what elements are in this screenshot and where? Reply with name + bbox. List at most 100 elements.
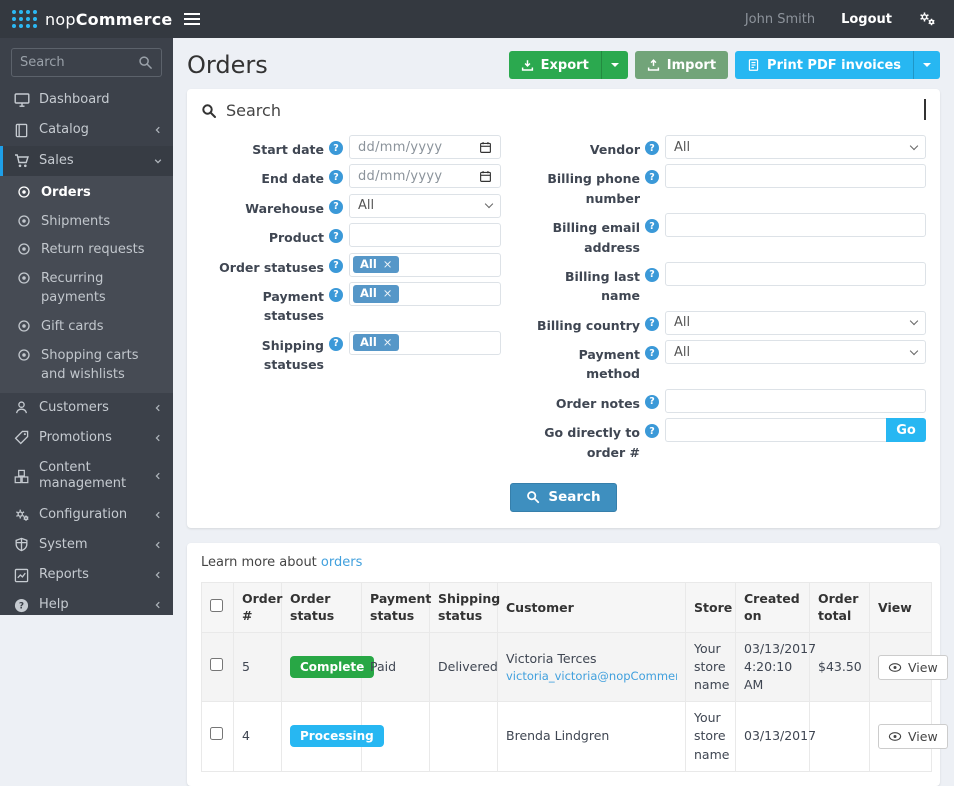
sidebar-item-label: Promotions bbox=[39, 429, 112, 445]
export-dropdown-caret[interactable] bbox=[600, 51, 628, 79]
export-button[interactable]: Export bbox=[508, 51, 628, 79]
help-icon[interactable] bbox=[329, 336, 343, 351]
help-icon[interactable] bbox=[645, 219, 659, 234]
shipping-statuses-multiselect[interactable]: All bbox=[349, 330, 501, 355]
warehouse-select[interactable]: All bbox=[349, 193, 501, 218]
order-number-cell: 4 bbox=[233, 701, 282, 772]
print-pdf-invoices-button[interactable]: Print PDF invoices bbox=[735, 51, 940, 79]
end-date-input[interactable]: dd/mm/yyyy bbox=[349, 164, 501, 189]
order-statuses-multiselect[interactable]: All bbox=[349, 252, 501, 277]
customer-cell: Victoria Terces victoria_victoria@nopComm… bbox=[497, 631, 686, 703]
sidebar-item-dashboard[interactable]: Dashboard bbox=[0, 85, 173, 115]
selected-tag: All bbox=[353, 255, 400, 274]
sidebar-search-input[interactable] bbox=[20, 55, 132, 70]
row-checkbox[interactable] bbox=[210, 658, 223, 671]
order-number-input[interactable] bbox=[665, 418, 886, 443]
column-view: View bbox=[869, 581, 932, 633]
help-icon[interactable] bbox=[645, 424, 659, 439]
view-button[interactable]: View bbox=[878, 723, 948, 749]
tag-label: All bbox=[360, 286, 377, 301]
help-icon[interactable] bbox=[645, 316, 659, 331]
sidebar-item-promotions[interactable]: Promotions bbox=[0, 423, 173, 453]
sidebar-item-customers[interactable]: Customers bbox=[0, 393, 173, 423]
sidebar-item-shopping-carts[interactable]: Shopping carts and wishlists bbox=[0, 342, 173, 390]
search-icon[interactable] bbox=[138, 55, 153, 70]
order-notes-input[interactable] bbox=[665, 388, 926, 413]
billing-country-select[interactable]: All bbox=[665, 310, 926, 335]
row-checkbox[interactable] bbox=[210, 727, 223, 741]
payment-method-select[interactable]: All bbox=[665, 340, 926, 364]
row-select-cell bbox=[201, 631, 234, 703]
column-order-total: Order total bbox=[809, 581, 870, 633]
sidebar-item-label: Sales bbox=[39, 152, 74, 168]
sidebar-item-shipments[interactable]: Shipments bbox=[0, 208, 173, 237]
field-payment-method: Payment method All bbox=[527, 340, 926, 384]
billing-email-input[interactable] bbox=[665, 213, 926, 238]
help-icon[interactable] bbox=[329, 287, 343, 302]
start-date-input[interactable]: dd/mm/yyyy bbox=[349, 135, 501, 159]
sidebar-item-label: Return requests bbox=[41, 242, 145, 258]
help-icon[interactable] bbox=[645, 170, 659, 185]
vendor-select[interactable]: All bbox=[665, 135, 926, 159]
help-icon[interactable] bbox=[645, 346, 659, 360]
hamburger-icon[interactable] bbox=[173, 0, 211, 38]
help-icon[interactable] bbox=[645, 141, 659, 155]
created-on-cell: 03/13/2017 4:20:10 AM bbox=[735, 631, 816, 703]
billing-last-name-input[interactable] bbox=[665, 261, 926, 286]
go-button[interactable]: Go bbox=[886, 418, 926, 443]
end-date-placeholder: dd/mm/yyyy bbox=[358, 168, 443, 184]
help-icon[interactable] bbox=[329, 199, 343, 214]
status-badge: Complete bbox=[290, 656, 375, 679]
print-dropdown-caret[interactable] bbox=[913, 51, 940, 79]
sidebar-item-system[interactable]: System bbox=[0, 530, 173, 560]
sidebar-search-box[interactable] bbox=[11, 48, 162, 77]
sidebar-item-label: Gift cards bbox=[41, 318, 104, 334]
sidebar-item-sales[interactable]: Sales bbox=[0, 145, 173, 177]
sidebar-item-content-management[interactable]: Content management bbox=[0, 453, 173, 500]
select-all-checkbox[interactable] bbox=[210, 598, 223, 612]
remove-tag-icon[interactable] bbox=[383, 288, 393, 300]
search-button[interactable]: Search bbox=[510, 482, 617, 512]
help-icon[interactable] bbox=[329, 258, 343, 273]
help-icon[interactable] bbox=[329, 170, 343, 185]
view-button[interactable]: View bbox=[878, 654, 948, 680]
help-icon[interactable] bbox=[645, 267, 659, 282]
billing-country-label: Billing country bbox=[537, 317, 640, 333]
brand-prefix: nop bbox=[45, 9, 76, 29]
sidebar-item-reports[interactable]: Reports bbox=[0, 560, 173, 590]
sidebar-item-configuration[interactable]: Configuration bbox=[0, 500, 173, 530]
customer-email-link[interactable]: victoria_victoria@nopCommerce.com bbox=[506, 668, 677, 685]
collapse-panel-button[interactable] bbox=[924, 99, 926, 120]
sidebar-item-help[interactable]: ? Help bbox=[0, 590, 173, 615]
page-header: Orders Export Import Print PDF invoices bbox=[173, 38, 954, 89]
billing-phone-input[interactable] bbox=[665, 164, 926, 189]
calendar-icon[interactable] bbox=[479, 141, 492, 154]
column-shipping-status: Shipping status bbox=[429, 581, 500, 633]
book-icon bbox=[13, 123, 30, 138]
calendar-icon[interactable] bbox=[479, 170, 492, 183]
import-button-label: Import bbox=[666, 57, 717, 73]
payment-statuses-multiselect[interactable]: All bbox=[349, 281, 501, 306]
sidebar-item-label: Catalog bbox=[39, 122, 89, 138]
sidebar-item-orders[interactable]: Orders bbox=[0, 179, 173, 208]
order-total-cell: $43.50 bbox=[809, 631, 870, 703]
table-row: 4 Processing Brenda Lindgren Your store … bbox=[201, 701, 948, 772]
remove-tag-icon[interactable] bbox=[383, 259, 393, 271]
gears-icon[interactable] bbox=[918, 11, 936, 27]
help-icon[interactable] bbox=[329, 229, 343, 244]
import-button[interactable]: Import bbox=[634, 51, 729, 79]
help-icon[interactable] bbox=[645, 394, 659, 409]
help-icon[interactable] bbox=[329, 141, 343, 155]
sidebar-item-gift-cards[interactable]: Gift cards bbox=[0, 313, 173, 342]
remove-tag-icon[interactable] bbox=[383, 337, 393, 349]
order-total-cell bbox=[809, 701, 870, 772]
sidebar-item-catalog[interactable]: Catalog bbox=[0, 115, 173, 145]
brand-logo[interactable]: nopCommerce bbox=[0, 0, 173, 38]
shield-icon bbox=[13, 537, 30, 552]
column-order-status: Order status bbox=[281, 581, 362, 633]
sidebar-item-return-requests[interactable]: Return requests bbox=[0, 236, 173, 265]
logout-link[interactable]: Logout bbox=[841, 12, 892, 27]
sidebar-item-recurring-payments[interactable]: Recurring payments bbox=[0, 265, 173, 313]
orders-docs-link[interactable]: orders bbox=[321, 555, 362, 570]
product-input[interactable] bbox=[349, 223, 501, 248]
